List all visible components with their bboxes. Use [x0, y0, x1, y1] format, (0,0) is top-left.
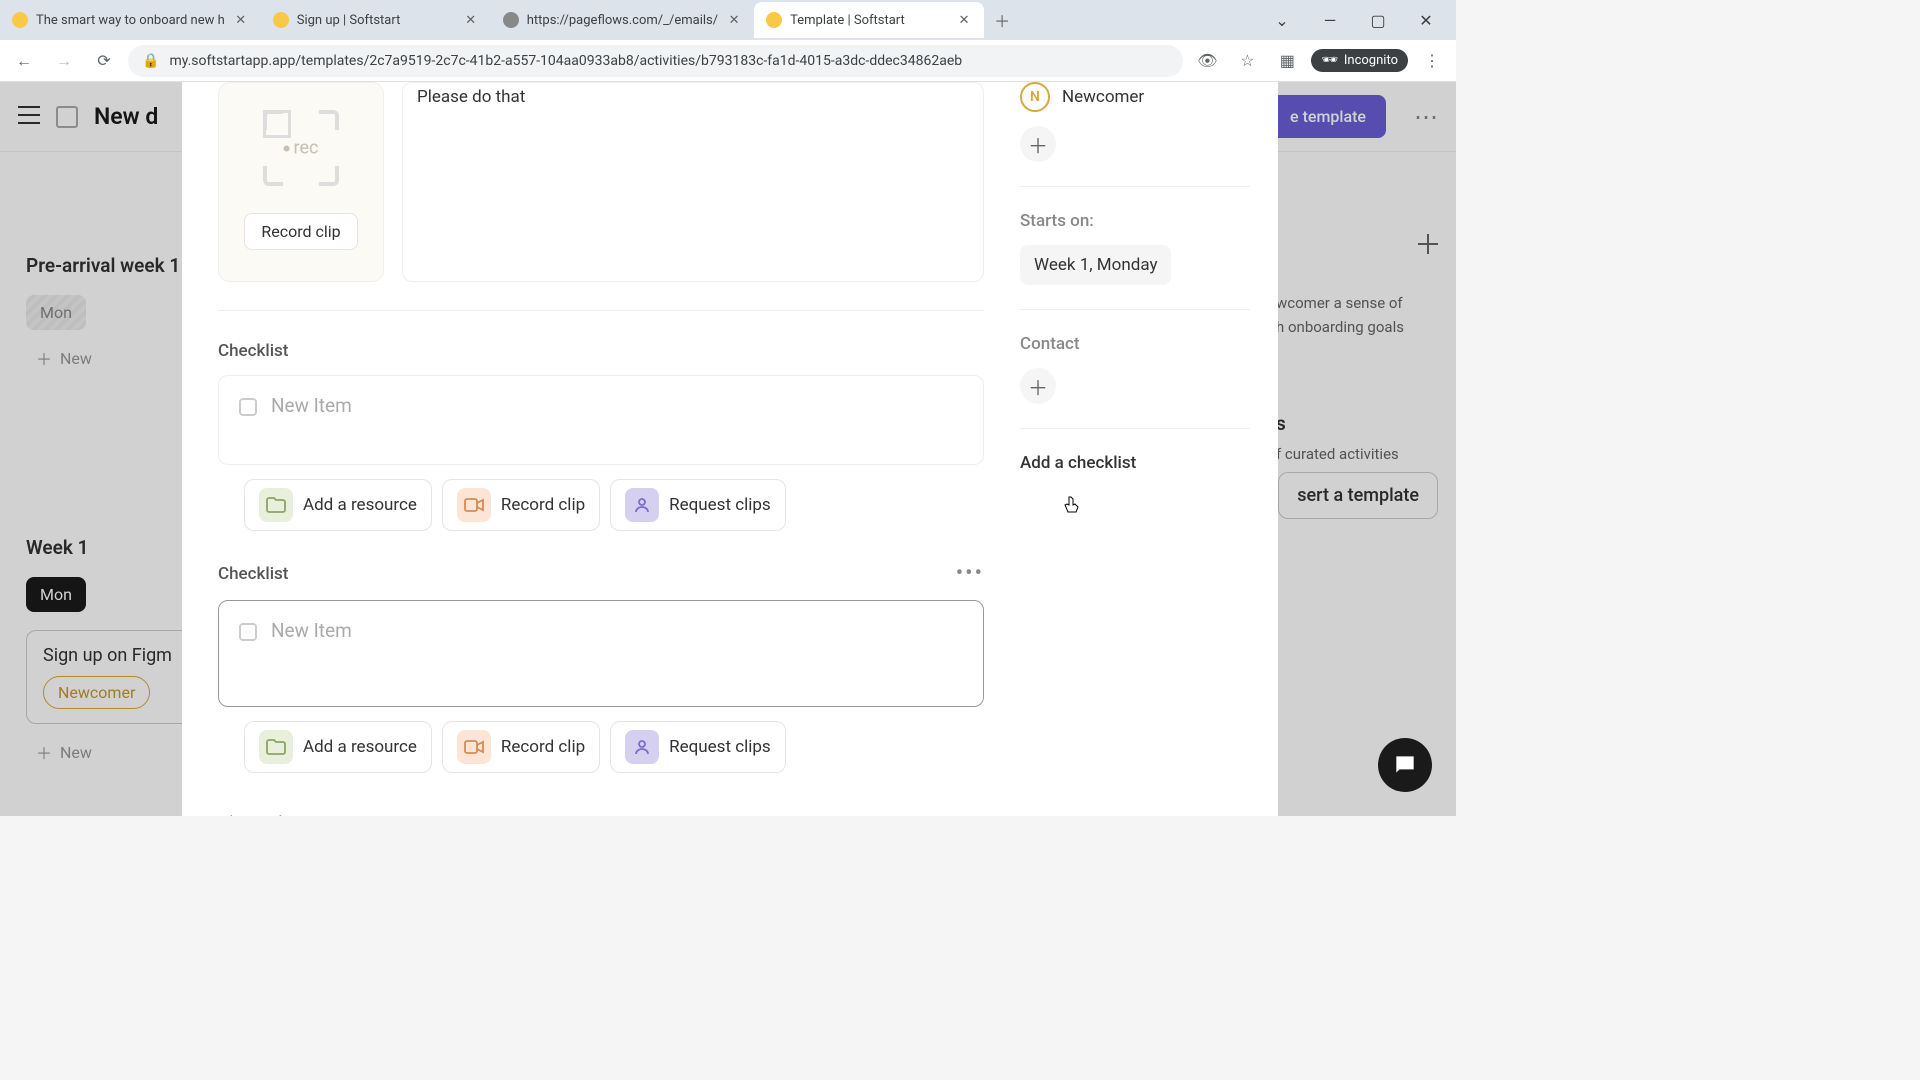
record-clip-button[interactable]: Record clip — [442, 721, 600, 773]
record-clip-button[interactable]: Record clip — [244, 213, 357, 250]
add-resource-button[interactable]: Add a resource — [244, 721, 432, 773]
browser-menu-icon[interactable]: ⋮ — [1416, 45, 1448, 77]
person-icon — [625, 730, 659, 764]
tracking-icon[interactable]: 👁 — [1191, 45, 1223, 77]
close-window-icon[interactable]: ✕ — [1404, 4, 1448, 36]
checklist-section-label: Checklist — [218, 564, 288, 584]
extensions-icon[interactable]: ▦ — [1271, 45, 1303, 77]
person-icon — [625, 488, 659, 522]
close-tab-icon[interactable]: ✕ — [463, 12, 479, 28]
browser-tab-strip: The smart way to onboard new h ✕ Sign up… — [0, 0, 1456, 40]
modal-side-panel: N Newcomer ＋ Starts on: Week 1, Monday C… — [1020, 82, 1278, 816]
starts-on-chip[interactable]: Week 1, Monday — [1020, 245, 1171, 285]
favicon-icon — [766, 12, 782, 28]
close-tab-icon[interactable]: ✕ — [726, 12, 742, 28]
folder-icon — [259, 730, 293, 764]
favicon-icon — [503, 12, 519, 28]
checklist-item-input[interactable] — [271, 394, 963, 417]
contact-label: Contact — [1020, 334, 1250, 354]
folder-icon — [259, 488, 293, 522]
add-checklist-link[interactable]: Add a checklist — [1020, 453, 1250, 473]
tab-title: Template | Softstart — [790, 13, 948, 28]
favicon-icon — [12, 12, 28, 28]
checklist-more-icon[interactable]: ••• — [956, 561, 984, 586]
starts-on-label: Starts on: — [1020, 211, 1250, 231]
browser-tab[interactable]: The smart way to onboard new h ✕ — [0, 2, 261, 38]
record-clip-card: rec Record clip — [218, 82, 384, 282]
description-text: Please do that — [417, 87, 525, 107]
incognito-badge: 🕶 Incognito — [1311, 49, 1408, 72]
modal-main-content: rec Record clip Please do that Checklist — [182, 82, 1020, 816]
url-text: my.softstartapp.app/templates/2c7a9519-2… — [169, 53, 962, 69]
browser-tab[interactable]: https://pageflows.com/_/emails/ ✕ — [491, 2, 754, 38]
add-assignee-button[interactable]: ＋ — [1020, 126, 1056, 162]
tab-title: https://pageflows.com/_/emails/ — [527, 13, 718, 28]
request-clips-button[interactable]: Request clips — [610, 721, 786, 773]
checklist-box — [218, 375, 984, 465]
url-bar[interactable]: 🔒 my.softstartapp.app/templates/2c7a9519… — [128, 45, 1183, 77]
close-tab-icon[interactable]: ✕ — [233, 12, 249, 28]
incognito-label: Incognito — [1344, 53, 1398, 68]
browser-tab-active[interactable]: Template | Softstart ✕ — [754, 2, 984, 38]
lock-icon: 🔒 — [142, 53, 159, 69]
avatar: N — [1020, 82, 1050, 112]
video-icon — [457, 488, 491, 522]
record-clip-button[interactable]: Record clip — [442, 479, 600, 531]
checklist-box-focused — [218, 600, 984, 707]
chat-fab-button[interactable] — [1378, 738, 1432, 792]
forward-button[interactable]: → — [48, 45, 80, 77]
discussion-section-label: Discussion — [218, 813, 984, 816]
request-clips-button[interactable]: Request clips — [610, 479, 786, 531]
tab-title: Sign up | Softstart — [297, 13, 455, 28]
close-tab-icon[interactable]: ✕ — [956, 12, 972, 28]
checklist-section-label: Checklist — [218, 341, 984, 361]
description-box[interactable]: Please do that — [402, 82, 984, 282]
bookmark-icon[interactable]: ☆ — [1231, 45, 1263, 77]
favicon-icon — [273, 12, 289, 28]
back-button[interactable]: ← — [8, 45, 40, 77]
add-contact-button[interactable]: ＋ — [1020, 368, 1056, 404]
checkbox[interactable] — [239, 623, 257, 641]
minimize-icon[interactable]: — — [1308, 4, 1352, 36]
checkbox[interactable] — [239, 398, 257, 416]
maximize-icon[interactable]: ▢ — [1356, 4, 1400, 36]
chevron-down-icon[interactable]: ⌄ — [1260, 4, 1304, 36]
browser-tab[interactable]: Sign up | Softstart ✕ — [261, 2, 491, 38]
new-tab-button[interactable]: ＋ — [988, 6, 1016, 34]
video-icon — [457, 730, 491, 764]
incognito-icon: 🕶 — [1321, 53, 1338, 68]
browser-toolbar: ← → ⟳ 🔒 my.softstartapp.app/templates/2c… — [0, 40, 1456, 82]
activity-modal: rec Record clip Please do that Checklist — [182, 82, 1278, 816]
window-controls: ⌄ — ▢ ✕ — [1260, 4, 1456, 36]
assignee-name: Newcomer — [1062, 87, 1144, 107]
reload-button[interactable]: ⟳ — [88, 45, 120, 77]
assignee-row: N Newcomer — [1020, 82, 1250, 112]
rec-icon: rec — [256, 103, 346, 193]
add-resource-button[interactable]: Add a resource — [244, 479, 432, 531]
checklist-item-input[interactable] — [271, 619, 963, 688]
tab-title: The smart way to onboard new h — [36, 13, 225, 28]
